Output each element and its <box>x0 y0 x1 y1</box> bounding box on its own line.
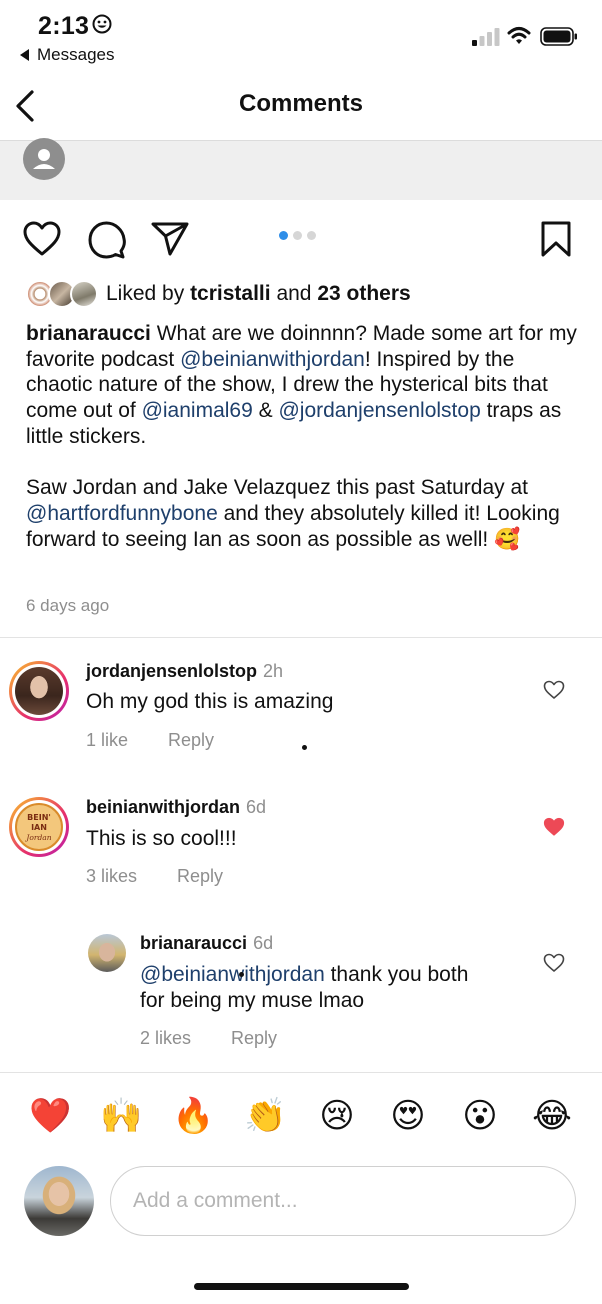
back-app-label: Messages <box>37 45 115 64</box>
likes-summary[interactable]: Liked by tcristalli and 23 others <box>106 282 411 306</box>
current-user-avatar <box>24 1166 94 1236</box>
heart-icon[interactable] <box>543 953 565 973</box>
reaction-surprised[interactable]: 😮 <box>459 1095 501 1137</box>
carousel-dot <box>293 231 302 240</box>
reply-avatar[interactable] <box>88 934 126 972</box>
reaction-raised-hands[interactable]: 🙌 <box>100 1095 142 1137</box>
smiling-hearts-emoji: 🥰 <box>494 526 521 551</box>
post-image[interactable] <box>0 141 602 200</box>
svg-text:Jordan: Jordan <box>24 833 51 842</box>
caption-text: & <box>252 399 279 423</box>
heart-filled-icon[interactable] <box>543 817 565 837</box>
comment-time: 2h <box>263 661 284 681</box>
comment-text: @beinianwithjordan thank you both for bei… <box>140 963 469 1012</box>
comment-avatar[interactable]: BEIN' IAN Jordan <box>9 797 69 857</box>
battery-icon <box>540 27 577 46</box>
reaction-fire[interactable]: 🔥 <box>172 1095 214 1137</box>
status-time: 2:13 <box>38 12 90 40</box>
caption-mention[interactable]: @jordanjensenlolstop <box>278 399 480 422</box>
post-timestamp: 6 days ago <box>26 596 110 615</box>
reply-button[interactable]: Reply <box>177 866 223 887</box>
caption-paragraph-1: brianaraucci What are we doinnnn? Made s… <box>26 321 586 450</box>
comment-username[interactable]: jordanjensenlolstop 2h <box>86 661 283 682</box>
svg-text:IAN: IAN <box>31 823 47 832</box>
share-icon[interactable] <box>150 221 190 257</box>
liker-avatar <box>70 280 98 308</box>
heart-icon[interactable] <box>23 221 61 257</box>
likes-and: and <box>270 282 318 305</box>
podcast-logo: BEIN' IAN Jordan <box>24 813 51 842</box>
comment-time: 6d <box>246 797 267 817</box>
comment-avatar[interactable] <box>9 661 69 721</box>
caption-divider <box>0 637 602 638</box>
comment-mention[interactable]: @beinianwithjordan <box>140 963 325 986</box>
bookmark-icon[interactable] <box>540 220 572 258</box>
comment-likes[interactable]: 3 likes <box>86 866 137 887</box>
caption-break <box>26 450 586 476</box>
caption-paragraph-2: Saw Jordan and Jake Velazquez this past … <box>26 475 586 552</box>
carousel-dot <box>307 231 316 240</box>
caption-mention[interactable]: @beinianwithjordan <box>180 348 365 371</box>
reaction-heart[interactable]: ❤️ <box>29 1095 71 1137</box>
caption-mention[interactable]: @ianimal69 <box>142 399 253 422</box>
comment-meta: 2 likes Reply <box>140 1028 277 1049</box>
reaction-laughing[interactable]: 😂 <box>531 1095 573 1137</box>
comment-likes[interactable]: 1 like <box>86 730 128 751</box>
svg-text:BEIN': BEIN' <box>27 813 51 822</box>
comment-username[interactable]: beinianwithjordan 6d <box>86 797 266 818</box>
stray-mark <box>239 972 244 977</box>
reaction-crying[interactable]: 😢 <box>316 1095 358 1137</box>
reply-button[interactable]: Reply <box>231 1028 277 1049</box>
reply-button[interactable]: Reply <box>168 730 214 751</box>
carousel-dot-active <box>279 231 288 240</box>
likes-prefix: Liked by <box>106 282 191 305</box>
carousel-indicator <box>279 231 316 240</box>
back-to-messages-link[interactable]: Messages <box>20 45 114 65</box>
comment-time: 6d <box>253 933 274 953</box>
signal-icon <box>472 28 500 46</box>
post-caption: brianaraucci What are we doinnnn? Made s… <box>26 321 586 552</box>
post-author-avatar[interactable] <box>23 138 65 180</box>
comment-username[interactable]: brianaraucci 6d <box>140 933 273 954</box>
comment-meta: 3 likes Reply <box>86 866 223 887</box>
comment-input[interactable] <box>110 1166 576 1236</box>
heart-icon[interactable] <box>543 680 565 700</box>
page-title: Comments <box>238 90 364 117</box>
caption-mention[interactable]: @hartfordfunnybone <box>26 502 218 525</box>
comment-meta: 1 like Reply <box>86 730 214 751</box>
caption-username[interactable]: brianaraucci <box>26 322 151 345</box>
reactions-divider <box>0 1072 602 1073</box>
liked-by-others[interactable]: 23 others <box>317 282 410 305</box>
smiley-icon <box>92 14 112 34</box>
liked-by-user[interactable]: tcristalli <box>190 282 271 305</box>
person-icon <box>33 149 55 169</box>
home-indicator[interactable] <box>194 1283 409 1290</box>
comment-icon[interactable] <box>88 221 126 259</box>
wifi-icon <box>507 27 531 44</box>
reaction-heart-eyes[interactable]: 😍 <box>387 1095 429 1137</box>
liker-avatars[interactable] <box>26 280 98 308</box>
stray-mark <box>302 745 307 750</box>
caption-text: Saw Jordan and Jake Velazquez this past … <box>26 476 528 500</box>
back-arrow-icon <box>20 49 29 61</box>
reaction-clap[interactable]: 👏 <box>244 1095 286 1137</box>
quick-reactions-bar: ❤️ 🙌 🔥 👏 😢 😍 😮 😂 <box>0 1095 602 1141</box>
comment-text: Oh my god this is amazing <box>86 690 334 713</box>
comment-text: This is so cool!!! <box>86 827 237 850</box>
comment-likes[interactable]: 2 likes <box>140 1028 191 1049</box>
